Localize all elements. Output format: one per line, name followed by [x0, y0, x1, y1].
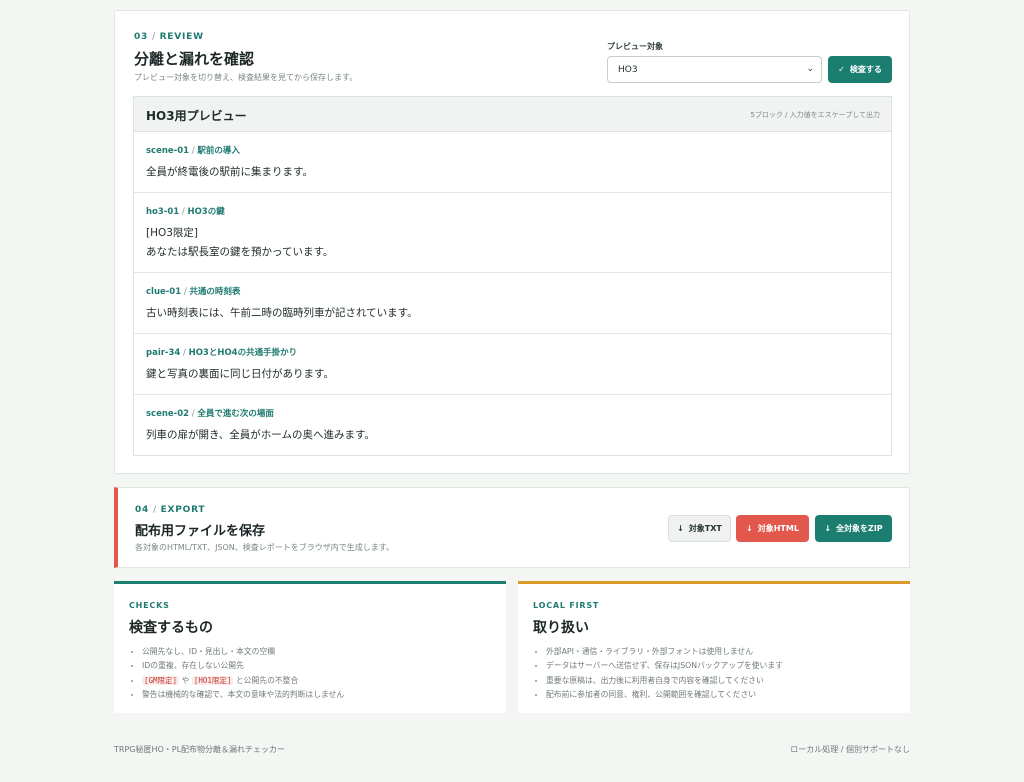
list-item: [GM限定] や [HO1限定] と公開先の不整合 — [142, 674, 344, 688]
check-button-label: 検査する — [849, 65, 882, 74]
block-title: 駅前の導入 — [197, 146, 240, 156]
preview-block: clue-01 / 共通の時刻表 古い時刻表には、午前二時の臨時列車が記されていま… — [134, 273, 891, 334]
block-heading: scene-02 / 全員で進む次の場面 — [146, 407, 879, 419]
export-title: 配布用ファイルを保存 — [135, 524, 266, 539]
export-txt-label: 対象TXT — [688, 524, 722, 533]
block-title: HO3の鍵 — [187, 207, 225, 217]
local-title: 取り扱い — [533, 620, 589, 636]
block-text: 古い時刻表には、午前二時の臨時列車が記されています。 — [146, 307, 418, 319]
preview-block-list: scene-01 / 駅前の導入 全員が終電後の駅前に集まります。 ho3-01 /… — [134, 132, 891, 456]
preview-box: HO3用プレビュー 5ブロック / 入力値をエスケープして出力 scene-01… — [133, 96, 892, 456]
ho1-only-tag: [HO1限定] — [191, 675, 234, 685]
list-item-text: や — [181, 675, 190, 685]
checks-eyebrow: CHECKS — [129, 601, 170, 610]
block-title: 共通の時刻表 — [189, 287, 241, 297]
footer-app-name: TRPG秘匿HO・PL配布物分離＆漏れチェッカー — [114, 745, 286, 754]
export-eyebrow: 04 / EXPORT — [135, 505, 206, 515]
preview-target-value: HO3 — [618, 65, 638, 75]
local-list: 外部API・通信・ライブラリ・外部フォントは使用しません データはサーバーへ送信… — [546, 645, 783, 702]
check-button[interactable]: ✓ 検査する — [828, 56, 892, 83]
list-item: IDの重複、存在しない公開先 — [142, 659, 344, 673]
preview-block: scene-02 / 全員で進む次の場面 列車の扉が開き、全員がホームの奥へ進みま… — [134, 395, 891, 456]
review-title: 分離と漏れを確認 — [134, 50, 255, 68]
local-eyebrow: LOCAL FIRST — [533, 601, 600, 610]
block-id: pair-34 — [146, 348, 181, 358]
download-icon: ↓ — [746, 524, 753, 533]
list-item: 公開先なし、ID・見出し・本文の空欄 — [142, 645, 344, 659]
export-step-label: EXPORT — [160, 505, 206, 515]
export-subtitle: 各対象のHTML/TXT、JSON、検査レポートをブラウザ内で生成します。 — [135, 543, 394, 552]
block-title: HO3とHO4の共通手掛かり — [188, 348, 298, 358]
block-text: 鍵と写真の裏面に同じ日付があります。 — [146, 368, 334, 380]
export-zip-button[interactable]: ↓ 全対象をZIP — [815, 515, 892, 542]
preview-target-label: プレビュー対象 — [607, 42, 663, 51]
block-separator: / — [180, 348, 189, 358]
review-panel: 03 / REVIEW 分離と漏れを確認 プレビュー対象を切り替え、検査結果を見… — [114, 10, 910, 474]
preview-title: HO3用プレビュー — [146, 109, 247, 123]
block-text: 列車の扉が開き、全員がホームの奥へ進みます。 — [146, 429, 375, 441]
export-zip-label: 全対象をZIP — [836, 524, 883, 533]
export-html-label: 対象HTML — [757, 524, 799, 533]
export-txt-button[interactable]: ↓ 対象TXT — [668, 515, 731, 542]
preview-block: ho3-01 / HO3の鍵 [HO3限定] あなたは駅長室の鍵を預かっています。 — [134, 193, 891, 273]
block-text: 全員が終電後の駅前に集まります。 — [146, 166, 313, 178]
block-heading: ho3-01 / HO3の鍵 — [146, 205, 879, 217]
download-icon: ↓ — [824, 524, 832, 533]
export-html-button[interactable]: ↓ 対象HTML — [736, 515, 809, 542]
block-heading: scene-01 / 駅前の導入 — [146, 144, 879, 156]
export-step-number: 04 — [135, 505, 150, 515]
list-item: 重要な原稿は、出力後に利用者自身で内容を確認してください — [546, 674, 783, 688]
list-item: データはサーバーへ送信せず、保存はJSONバックアップを使います — [546, 659, 783, 673]
list-item: 配布前に参加者の同意、権利、公開範囲を確認してください — [546, 688, 783, 702]
block-text: あなたは駅長室の鍵を預かっています。 — [146, 246, 334, 258]
local-first-card: LOCAL FIRST 取り扱い 外部API・通信・ライブラリ・外部フォントは使… — [518, 581, 910, 713]
review-step-label: REVIEW — [159, 32, 204, 42]
preview-header: HO3用プレビュー 5ブロック / 入力値をエスケープして出力 — [134, 97, 891, 132]
chevron-down-icon: ⌄ — [806, 64, 814, 74]
checks-list: 公開先なし、ID・見出し・本文の空欄 IDの重複、存在しない公開先 [GM限定]… — [142, 645, 344, 702]
review-eyebrow: 03 / REVIEW — [134, 32, 204, 42]
block-heading: pair-34 / HO3とHO4の共通手掛かり — [146, 346, 879, 358]
block-title: 全員で進む次の場面 — [197, 409, 274, 419]
review-step-number: 03 — [134, 32, 149, 42]
gm-only-tag: [GM限定] — [142, 675, 180, 685]
list-item-text: と公開先の不整合 — [235, 675, 299, 685]
preview-target-select[interactable]: HO3 ⌄ — [607, 56, 822, 83]
export-panel: 04 / EXPORT 配布用ファイルを保存 各対象のHTML/TXT、JSON… — [114, 487, 910, 568]
footer-note: ローカル処理 / 個別サポートなし — [790, 745, 910, 754]
block-id: scene-02 — [146, 409, 190, 419]
block-heading: clue-01 / 共通の時刻表 — [146, 285, 879, 297]
block-id: clue-01 — [146, 287, 182, 297]
checks-title: 検査するもの — [129, 620, 213, 636]
block-text: [HO3限定] — [146, 227, 199, 239]
preview-block: pair-34 / HO3とHO4の共通手掛かり 鍵と写真の裏面に同じ日付がありま… — [134, 334, 891, 395]
preview-block: scene-01 / 駅前の導入 全員が終電後の駅前に集まります。 — [134, 132, 891, 193]
block-id: ho3-01 — [146, 207, 180, 217]
review-subtitle: プレビュー対象を切り替え、検査結果を見てから保存します。 — [134, 73, 358, 82]
list-item: 警告は機械的な確認で、本文の意味や法的判断はしません — [142, 688, 344, 702]
preview-note: 5ブロック / 入力値をエスケープして出力 — [750, 111, 880, 119]
checkmark-icon: ✓ — [838, 65, 845, 74]
block-id: scene-01 — [146, 146, 190, 156]
checks-card: CHECKS 検査するもの 公開先なし、ID・見出し・本文の空欄 IDの重複、存… — [114, 581, 506, 713]
list-item: 外部API・通信・ライブラリ・外部フォントは使用しません — [546, 645, 783, 659]
download-icon: ↓ — [677, 524, 684, 533]
